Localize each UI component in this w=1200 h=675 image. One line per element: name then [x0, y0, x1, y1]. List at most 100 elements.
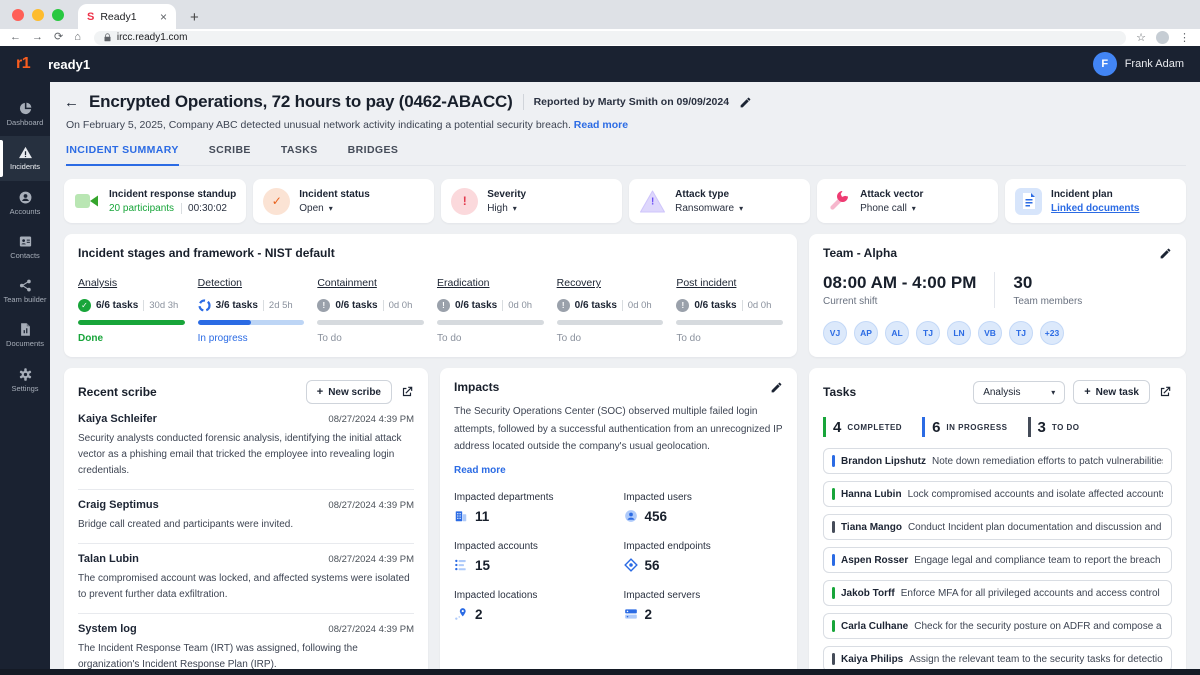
stage-link[interactable]: Containment: [317, 277, 377, 289]
incident-status-dropdown[interactable]: Open ▾: [299, 203, 370, 214]
sidebar-item-settings[interactable]: Settings: [0, 358, 50, 402]
bookmark-star-icon[interactable]: ☆: [1136, 31, 1146, 44]
back-button[interactable]: ←: [64, 94, 79, 111]
task-row[interactable]: Aspen Rosser Engage legal and compliance…: [823, 547, 1172, 573]
task-row[interactable]: Brandon Lipshutz Note down remediation e…: [823, 448, 1172, 474]
sidebar-item-incidents[interactable]: Incidents: [0, 136, 50, 181]
url-bar[interactable]: ircc.ready1.com: [93, 30, 1127, 45]
browser-profile-avatar[interactable]: [1156, 31, 1169, 44]
impact-metric-departments: Impacted departments 11: [454, 491, 554, 524]
stage-containment: Containment ✓ ! 0/6 tasks 0d 0h To do: [317, 273, 424, 344]
avatar[interactable]: VJ: [823, 321, 847, 345]
close-tab-icon[interactable]: ×: [160, 10, 167, 24]
tab-incident-summary[interactable]: INCIDENT SUMMARY: [66, 144, 179, 166]
departments-building-icon: [455, 511, 467, 522]
open-scribe-external-icon[interactable]: [400, 385, 414, 399]
impact-metric-users: Impacted users 456: [623, 491, 692, 524]
incident-description: On February 5, 2025, Company ABC detecte…: [66, 119, 571, 131]
task-row[interactable]: Carla Culhane Check for the security pos…: [823, 613, 1172, 639]
team-card: Team - Alpha 08:00 AM - 4:00 PM Current …: [809, 234, 1186, 357]
edit-impacts-icon[interactable]: [770, 381, 783, 394]
stage-link[interactable]: Eradication: [437, 277, 490, 289]
avatar[interactable]: LN: [947, 321, 971, 345]
chevron-down-icon: ▾: [739, 203, 744, 213]
browser-forward-button[interactable]: →: [32, 32, 43, 43]
reported-by-text: Reported by Marty Smith on 09/09/2024: [533, 96, 730, 108]
stage-link[interactable]: Analysis: [78, 277, 117, 289]
edit-team-icon[interactable]: [1159, 247, 1172, 260]
user-menu[interactable]: F Frank Adam: [1092, 52, 1184, 76]
wrench-icon: [830, 191, 849, 210]
impact-metric-accounts: Impacted accounts 15: [454, 540, 538, 573]
stages-card: Incident stages and framework - NIST def…: [64, 234, 797, 357]
browser-menu-icon[interactable]: ⋮: [1179, 31, 1190, 44]
task-row[interactable]: Hanna Lubin Lock compromised accounts an…: [823, 481, 1172, 507]
description-read-more-link[interactable]: Read more: [574, 119, 628, 131]
chevron-down-icon: ▾: [911, 203, 916, 213]
scribe-entry: System log 08/27/2024 4:39 PM The Inciden…: [78, 614, 414, 675]
standup-card[interactable]: Incident response standup 20 participant…: [64, 179, 247, 223]
stage-status-label: To do: [556, 333, 582, 344]
r1-logo: r1: [16, 55, 31, 72]
tab-tasks[interactable]: TASKS: [281, 144, 318, 165]
tasks-title: Tasks: [823, 385, 857, 399]
task-row[interactable]: Tiana Mango Conduct Incident plan docume…: [823, 514, 1172, 540]
avatar[interactable]: TJ: [916, 321, 940, 345]
sidebar-item-accounts[interactable]: Accounts: [0, 181, 50, 225]
tasks-stage-filter-select[interactable]: Analysis ▾: [973, 380, 1066, 404]
sidebar-item-team-builder[interactable]: Team builder: [0, 269, 50, 313]
reload-button[interactable]: ⟳: [54, 32, 63, 43]
new-tab-button[interactable]: +: [190, 9, 199, 26]
avatar[interactable]: TJ: [1009, 321, 1033, 345]
avatar[interactable]: AL: [885, 321, 909, 345]
accounts-person-icon: [19, 191, 31, 203]
close-window-button[interactable]: [12, 8, 24, 21]
browser-back-button[interactable]: ←: [10, 32, 21, 43]
stage-eradication: Eradication ✓ ! 0/6 tasks 0d 0h To do: [436, 273, 544, 344]
stage-link[interactable]: Recovery: [557, 277, 601, 289]
impacts-summary: The Security Operations Center (SOC) obs…: [454, 406, 783, 452]
edit-incident-icon[interactable]: [739, 96, 752, 109]
sidebar-item-documents[interactable]: Documents: [0, 313, 50, 357]
task-status-bar: [832, 587, 835, 599]
avatar[interactable]: AP: [854, 321, 878, 345]
browser-tab[interactable]: S Ready1 ×: [78, 4, 176, 29]
stage-link[interactable]: Detection: [198, 277, 242, 289]
task-row[interactable]: Jakob Torff Enforce MFA for all privileg…: [823, 580, 1172, 606]
recent-scribe-card: Recent scribe + New scribe Kaiya Schleif…: [64, 368, 428, 675]
new-scribe-button[interactable]: + New scribe: [305, 380, 392, 404]
stage-link[interactable]: Post incident: [676, 277, 736, 289]
avatar-overflow[interactable]: +23: [1040, 321, 1064, 345]
stage-progress-bar: [556, 320, 664, 325]
lock-icon: [104, 33, 111, 42]
sidebar-item-dashboard[interactable]: Dashboard: [0, 92, 50, 136]
zoom-window-button[interactable]: [52, 8, 64, 21]
minimize-window-button[interactable]: [32, 8, 44, 21]
stage-detection: Detection ✓ ! 3/6 tasks 2d 5h In progres…: [197, 273, 305, 344]
tab-scribe[interactable]: SCRIBE: [209, 144, 251, 165]
scribe-entry: Talan Lubin 08/27/2024 4:39 PM The compro…: [78, 544, 414, 614]
linked-documents-link[interactable]: Linked documents: [1051, 203, 1139, 214]
stage-analysis: Analysis ✓ ! 6/6 tasks 30d 3h Done: [78, 273, 185, 344]
video-call-icon: [75, 194, 98, 208]
avatar[interactable]: VB: [978, 321, 1002, 345]
severity-dropdown[interactable]: High ▾: [487, 203, 526, 214]
open-tasks-external-icon[interactable]: [1158, 385, 1172, 399]
browser-toolbar: ← → ⟳ ⌂ ircc.ready1.com ☆ ⋮: [0, 29, 1200, 46]
sidebar-item-contacts[interactable]: Contacts: [0, 225, 50, 269]
attack-type-dropdown[interactable]: Ransomware ▾: [675, 203, 743, 214]
attack-vector-dropdown[interactable]: Phone call ▾: [860, 203, 923, 214]
ready1-favicon: S: [87, 10, 95, 23]
participants-count: 20 participants: [109, 202, 175, 214]
new-task-button[interactable]: + New task: [1073, 380, 1150, 404]
tab-bridges[interactable]: BRIDGES: [348, 144, 399, 165]
chevron-down-icon: ▾: [512, 203, 517, 213]
attack-type-card: ! Attack type Ransomware ▾: [629, 179, 811, 223]
impacts-read-more-link[interactable]: Read more: [454, 465, 506, 476]
stage-status-label: To do: [676, 333, 701, 344]
stage-progress-bar: [78, 320, 185, 325]
stage-progress-bar: [676, 320, 783, 325]
chevron-down-icon: ▾: [1051, 387, 1056, 397]
tab-title: Ready1: [100, 10, 137, 23]
home-button[interactable]: ⌂: [74, 32, 81, 43]
